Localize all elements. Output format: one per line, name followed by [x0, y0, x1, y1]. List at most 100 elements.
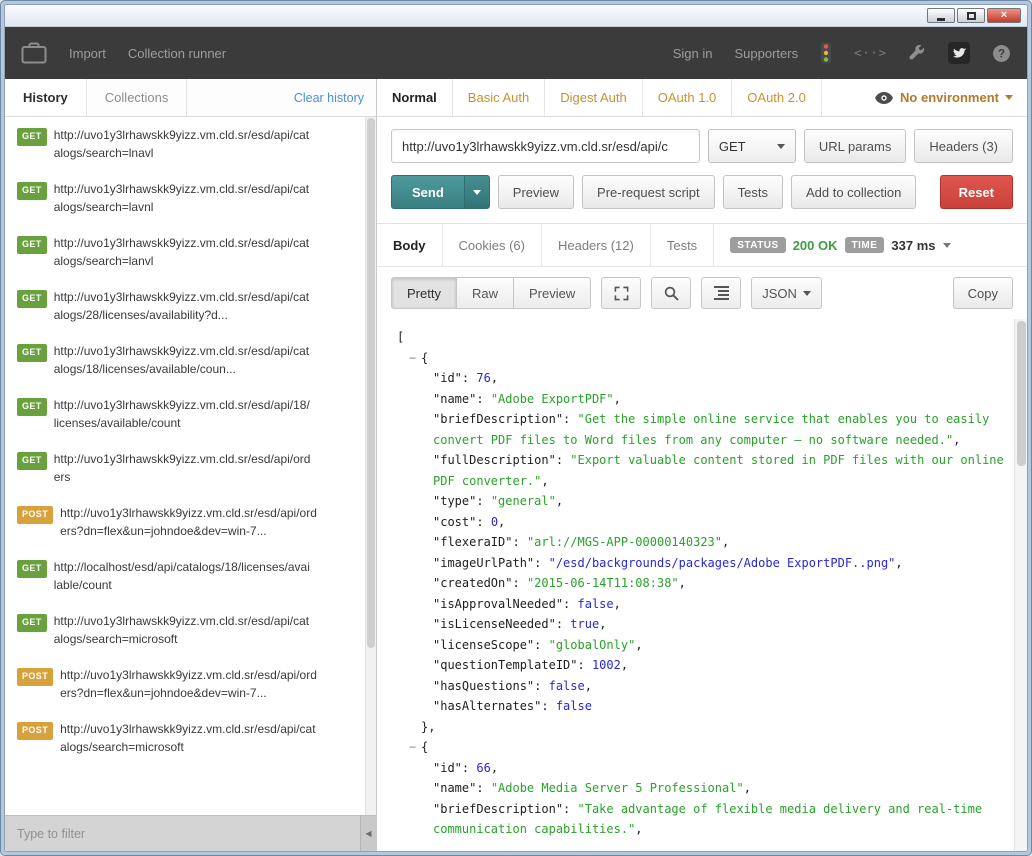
collapse-sidebar-button[interactable]: ◀ — [360, 816, 376, 851]
tab-basic-auth[interactable]: Basic Auth — [453, 79, 545, 116]
supporters-button[interactable]: Supporters — [735, 46, 799, 61]
tab-response-body[interactable]: Body — [377, 224, 443, 266]
caret-down-icon[interactable] — [943, 243, 951, 248]
time-value: 337 ms — [891, 238, 935, 253]
history-url: http://uvo1y3lrhawskk9yizz.vm.cld.sr/esd… — [54, 396, 312, 432]
code-line: [ — [387, 327, 1009, 348]
add-to-collection-button[interactable]: Add to collection — [791, 175, 916, 209]
code-icon[interactable]: <··> — [854, 46, 887, 60]
expand-button[interactable] — [601, 277, 641, 309]
window-titlebar[interactable]: × — [5, 5, 1027, 27]
send-options-button[interactable] — [464, 175, 490, 209]
filter-input[interactable] — [5, 816, 360, 851]
status-area: STATUS 200 OK TIME 337 ms — [730, 224, 950, 266]
sign-in-button[interactable]: Sign in — [673, 46, 713, 61]
clear-history-link[interactable]: Clear history — [294, 91, 376, 105]
sidebar-scrollbar[interactable] — [365, 117, 376, 815]
view-controls: Pretty Raw Preview JSON — [377, 267, 1027, 319]
url-params-button[interactable]: URL params — [804, 129, 906, 163]
fold-toggle[interactable]: − — [409, 348, 421, 369]
svg-text:?: ? — [998, 47, 1005, 60]
search-button[interactable] — [651, 277, 691, 309]
format-label: JSON — [762, 286, 797, 301]
caret-down-icon — [1005, 95, 1013, 100]
code-line: "imageUrlPath": "/esd/backgrounds/packag… — [387, 553, 1009, 574]
headers-button[interactable]: Headers (3) — [914, 129, 1013, 163]
format-select[interactable]: JSON — [751, 277, 822, 309]
tab-digest-auth[interactable]: Digest Auth — [545, 79, 643, 116]
app-toolbar: Import Collection runner Sign in Support… — [5, 27, 1027, 79]
format-button[interactable] — [701, 277, 741, 309]
reset-button[interactable]: Reset — [940, 175, 1013, 209]
method-badge: GET — [17, 236, 47, 254]
environment-selector[interactable]: No environment — [900, 90, 1013, 105]
copy-button[interactable]: Copy — [953, 277, 1013, 309]
tab-cookies[interactable]: Cookies (6) — [443, 224, 542, 266]
response-scrollbar[interactable] — [1014, 319, 1027, 851]
minimize-button[interactable] — [927, 8, 955, 23]
history-item[interactable]: GEThttp://uvo1y3lrhawskk9yizz.vm.cld.sr/… — [5, 171, 364, 225]
status-label: STATUS — [730, 237, 786, 253]
eye-icon[interactable] — [875, 92, 893, 104]
code-line: "briefDescription": "Take advantage of f… — [387, 799, 1009, 840]
history-item[interactable]: GEThttp://uvo1y3lrhawskk9yizz.vm.cld.sr/… — [5, 279, 364, 333]
history-url: http://uvo1y3lrhawskk9yizz.vm.cld.sr/esd… — [54, 234, 312, 270]
method-badge: GET — [17, 398, 47, 416]
history-item[interactable]: GET http://uvo1y3lrhawskk9yizz.vm.cld.sr/… — [5, 225, 364, 279]
status-value: 200 OK — [793, 238, 838, 253]
method-badge: GET — [17, 614, 47, 632]
view-pretty-button[interactable]: Pretty — [391, 277, 457, 309]
history-item[interactable]: POSThttp://uvo1y3lrhawskk9yizz.vm.cld.sr… — [5, 711, 364, 765]
fold-toggle[interactable]: − — [409, 737, 421, 758]
collection-runner-button[interactable]: Collection runner — [128, 46, 226, 61]
view-preview-button[interactable]: Preview — [513, 277, 591, 309]
auth-tabs: Normal Basic Auth Digest Auth OAuth 1.0 … — [377, 79, 1027, 117]
code-line: "hasQuestions": false, — [387, 676, 1009, 697]
send-button[interactable]: Send — [391, 175, 464, 209]
tests-button[interactable]: Tests — [723, 175, 783, 209]
wrench-icon[interactable] — [909, 45, 926, 62]
history-item[interactable]: GEThttp://localhost/esd/api/catalogs/18/… — [5, 549, 364, 603]
app-window: × Import Collection runner Sign in Suppo… — [0, 0, 1032, 856]
tab-response-tests[interactable]: Tests — [651, 224, 714, 266]
tab-collections[interactable]: Collections — [87, 79, 188, 116]
tab-response-headers[interactable]: Headers (12) — [542, 224, 651, 266]
sidebar-tabs: History Collections Clear history — [5, 79, 376, 117]
import-button[interactable]: Import — [69, 46, 106, 61]
close-button[interactable]: × — [987, 8, 1021, 23]
url-row: GET URL params Headers (3) — [377, 117, 1027, 169]
code-line: "name": "Adobe ExportPDF", — [387, 389, 1009, 410]
history-url: http://uvo1y3lrhawskk9yizz.vm.cld.sr/esd… — [54, 612, 312, 648]
prerequest-script-button[interactable]: Pre-request script — [582, 175, 715, 209]
view-raw-button[interactable]: Raw — [456, 277, 514, 309]
tab-history[interactable]: History — [5, 79, 87, 116]
history-item[interactable]: GET http://uvo1y3lrhawskk9yizz.vm.cld.sr/… — [5, 387, 364, 441]
history-item[interactable]: GEThttp://uvo1y3lrhawskk9yizz.vm.cld.sr/… — [5, 441, 364, 495]
history-item[interactable]: POSThttp://uvo1y3lrhawskk9yizz.vm.cld.sr… — [5, 495, 364, 549]
code-line: "name": "Adobe Media Server 5 Profession… — [387, 778, 1009, 799]
preview-button[interactable]: Preview — [498, 175, 574, 209]
method-badge: POST — [17, 722, 53, 740]
maximize-button[interactable] — [957, 8, 985, 23]
traffic-light-icon[interactable] — [820, 42, 832, 64]
sidebar-scrollbar-thumb[interactable] — [367, 118, 375, 648]
collections-icon[interactable] — [21, 42, 47, 64]
help-icon[interactable]: ? — [992, 44, 1011, 63]
history-item[interactable]: GET http://uvo1y3lrhawskk9yizz.vm.cld.sr/… — [5, 603, 364, 657]
twitter-icon[interactable] — [948, 42, 970, 64]
method-select[interactable]: GET — [708, 129, 796, 163]
url-input[interactable] — [391, 129, 700, 163]
expand-icon — [614, 286, 629, 301]
caret-down-icon — [777, 144, 785, 149]
window-body: × Import Collection runner Sign in Suppo… — [4, 4, 1028, 852]
tab-normal[interactable]: Normal — [377, 79, 453, 116]
tab-oauth-1[interactable]: OAuth 1.0 — [643, 79, 733, 116]
history-item[interactable]: GEThttp://uvo1y3lrhawskk9yizz.vm.cld.sr/… — [5, 117, 364, 171]
history-item[interactable]: GEThttp://uvo1y3lrhawskk9yizz.vm.cld.sr/… — [5, 333, 364, 387]
tab-oauth-2[interactable]: OAuth 2.0 — [732, 79, 822, 116]
history-url: http://uvo1y3lrhawskk9yizz.vm.cld.sr/esd… — [54, 126, 312, 162]
code-line: "isLicenseNeeded": true, — [387, 614, 1009, 635]
response-scrollbar-thumb[interactable] — [1017, 321, 1026, 466]
history-url: http://uvo1y3lrhawskk9yizz.vm.cld.sr/esd… — [54, 342, 312, 378]
history-item[interactable]: POSThttp://uvo1y3lrhawskk9yizz.vm.cld.sr… — [5, 657, 364, 711]
